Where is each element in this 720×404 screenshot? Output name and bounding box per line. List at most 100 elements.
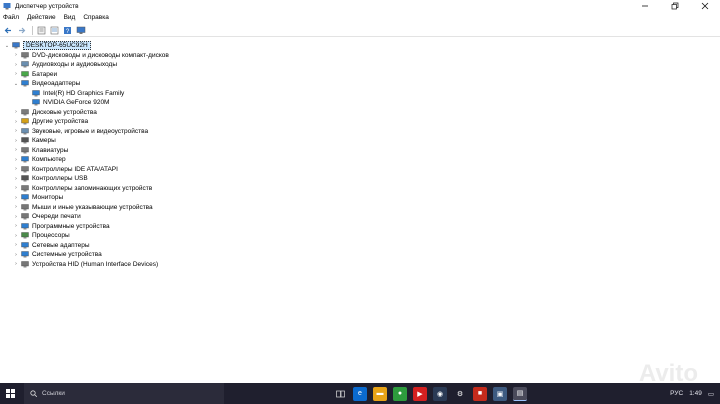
youtube-app[interactable]: ▶ (413, 386, 427, 401)
tree-root[interactable]: ⌄ DESKTOP-65UC92H (4, 41, 91, 51)
scan-hardware-button[interactable] (75, 25, 86, 36)
chrome-icon: ● (397, 390, 403, 397)
start-button[interactable] (0, 383, 20, 404)
tree-root-label: DESKTOP-65UC92H (23, 41, 91, 51)
speaker-icon (21, 61, 29, 68)
tree-category[interactable]: › Звуковые, игровые и видеоустройства (13, 127, 148, 137)
monitor-scan-icon (76, 26, 85, 34)
expand-chevron-icon[interactable]: ⌄ (4, 41, 10, 50)
tree-category[interactable]: › Компьютер (13, 155, 66, 165)
tree-category[interactable]: › Программные устройства (13, 222, 109, 232)
tree-category[interactable]: › Процессоры (13, 231, 70, 241)
tree-category[interactable]: ⌄ Видеоадаптеры (13, 79, 80, 89)
chevron-right-icon[interactable]: › (13, 231, 19, 240)
properties-button[interactable] (36, 25, 47, 36)
tree-category[interactable]: › Системные устройства (13, 250, 102, 260)
help-button[interactable]: ? (62, 25, 73, 36)
photos-app[interactable]: ▣ (493, 386, 507, 401)
steam-app[interactable]: ◉ (433, 386, 447, 401)
tree-category[interactable]: › Устройства HID (Human Interface Devices… (13, 260, 158, 270)
tree-category[interactable]: › Камеры (13, 136, 56, 146)
tree-category[interactable]: › Очереди печати (13, 212, 81, 222)
tree-category[interactable]: › Сетевые адаптеры (13, 241, 90, 251)
tree-category-label: Звуковые, игровые и видеоустройства (32, 127, 149, 135)
tree-category[interactable]: › DVD-дисководы и дисководы компакт-диско… (13, 51, 169, 61)
explorer-app[interactable]: ▬ (373, 386, 387, 401)
menu-help[interactable]: Справка (83, 14, 109, 21)
mouse-icon (21, 204, 29, 211)
chevron-down-icon[interactable]: ⌄ (13, 79, 19, 88)
tree-device-label: Intel(R) HD Graphics Family (43, 89, 125, 97)
tree-category-label: Контроллеры USB (32, 175, 88, 183)
chevron-right-icon[interactable]: › (13, 222, 19, 231)
chrome-app[interactable]: ● (393, 386, 407, 401)
chevron-right-icon[interactable]: › (13, 165, 19, 174)
menu-view[interactable]: Вид (64, 14, 76, 21)
dvd-icon (21, 52, 29, 59)
unknown-device-icon (21, 118, 29, 125)
tree-category-label: Мониторы (32, 194, 64, 202)
tree-category[interactable]: › Аудиовходы и аудиовыходы (13, 60, 117, 70)
taskbar-search[interactable]: Ссылки (24, 383, 224, 404)
chevron-right-icon[interactable]: › (13, 70, 19, 79)
chevron-right-icon[interactable]: › (13, 51, 19, 60)
restore-button[interactable] (660, 0, 690, 12)
menu-bar: Файл Действие Вид Справка (0, 12, 720, 23)
chevron-right-icon[interactable]: › (13, 127, 19, 136)
tree-category-label: Батареи (32, 70, 58, 78)
menu-action[interactable]: Действие (27, 14, 56, 21)
chevron-right-icon[interactable]: › (13, 136, 19, 145)
chevron-right-icon[interactable]: › (13, 146, 19, 155)
forward-button[interactable] (16, 25, 27, 36)
tray-clock[interactable]: 1:49 (689, 390, 702, 397)
tree-category[interactable]: › Контроллеры запоминающих устройств (13, 184, 152, 194)
tray-language[interactable]: РУС (670, 390, 683, 397)
chevron-right-icon[interactable]: › (13, 250, 19, 259)
menu-file[interactable]: Файл (3, 14, 19, 21)
chevron-right-icon[interactable]: › (13, 155, 19, 164)
photo-icon: ▣ (496, 390, 504, 398)
chevron-right-icon[interactable]: › (13, 174, 19, 183)
camera-icon (21, 137, 29, 144)
chevron-right-icon[interactable]: › (13, 260, 19, 269)
close-button[interactable] (690, 0, 720, 12)
tree-category[interactable]: › Клавиатуры (13, 146, 68, 156)
tree-category-label: DVD-дисководы и дисководы компакт-дисков (32, 51, 169, 59)
settings-app[interactable]: ⚙ (453, 387, 467, 401)
arrow-right-icon (19, 27, 26, 33)
printer-icon (21, 213, 29, 220)
chevron-right-icon[interactable]: › (13, 117, 19, 126)
device-manager-icon (3, 2, 11, 10)
office-app[interactable]: ■ (473, 386, 487, 401)
details-button[interactable] (49, 25, 60, 36)
notifications-icon[interactable]: ▭ (708, 390, 714, 398)
tree-category[interactable]: › Контроллеры USB (13, 174, 88, 184)
toolbar-separator (32, 25, 33, 35)
minimize-button[interactable] (630, 0, 660, 12)
tree-category[interactable]: › Мыши и иные указывающие устройства (13, 203, 153, 213)
tree-category[interactable]: › Мониторы (13, 193, 63, 203)
back-button[interactable] (3, 25, 14, 36)
tree-category[interactable]: › Батареи (13, 70, 57, 80)
software-device-icon (21, 223, 29, 230)
storage-icon (21, 185, 29, 192)
device-manager-app[interactable]: ▤ (513, 386, 527, 401)
tree-category-label: Сетевые адаптеры (32, 241, 90, 249)
tree-device[interactable]: NVIDIA GeForce 920M (30, 98, 109, 108)
tree-device[interactable]: Intel(R) HD Graphics Family (30, 89, 124, 99)
chevron-right-icon[interactable]: › (13, 193, 19, 202)
task-view-button[interactable] (333, 387, 347, 401)
tree-category-label: Клавиатуры (32, 146, 69, 154)
edge-app[interactable]: e (353, 386, 367, 401)
tree-category[interactable]: › Контроллеры IDE ATA/ATAPI (13, 165, 118, 175)
chevron-right-icon[interactable]: › (13, 60, 19, 69)
tree-category[interactable]: › Дисковые устройства (13, 108, 97, 118)
display-adapter-icon (21, 80, 29, 87)
chevron-right-icon[interactable]: › (13, 241, 19, 250)
taskbar: Ссылки e ▬ ● ▶ ◉ ⚙ ■ ▣ ▤ (0, 383, 720, 404)
chevron-right-icon[interactable]: › (13, 212, 19, 221)
chevron-right-icon[interactable]: › (13, 108, 19, 117)
chevron-right-icon[interactable]: › (13, 203, 19, 212)
chevron-right-icon[interactable]: › (13, 184, 19, 193)
tree-category[interactable]: › Другие устройства (13, 117, 88, 127)
